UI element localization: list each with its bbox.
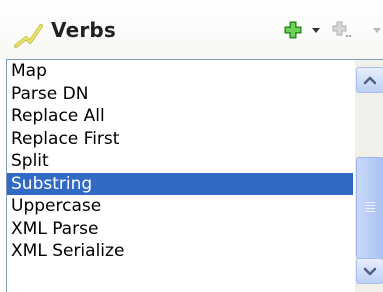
wand-icon (14, 24, 43, 48)
scroll-down-button[interactable] (356, 258, 383, 284)
dropdown-arrow-icon[interactable] (311, 27, 321, 35)
list-item-selected[interactable]: Substring (7, 172, 353, 195)
chevron-down-icon (363, 267, 377, 276)
dropdown-arrow-icon[interactable] (372, 27, 382, 35)
list-item[interactable]: XML Serialize (7, 240, 353, 263)
list-item[interactable]: XML Parse (7, 218, 353, 241)
list-item[interactable]: Parse DN (7, 83, 353, 106)
list-item[interactable]: Replace First (7, 128, 353, 151)
list-item[interactable]: Map (7, 60, 353, 83)
panel-header: Verbs (0, 0, 383, 59)
list-item[interactable]: Split (7, 150, 353, 173)
verbs-list[interactable]: Map Parse DN Replace All Replace First S… (6, 59, 383, 292)
scroll-up-button[interactable] (356, 67, 383, 93)
vertical-scrollbar[interactable] (355, 60, 383, 292)
list-item[interactable]: Uppercase (7, 195, 353, 218)
add-child-icon[interactable] (331, 20, 353, 40)
list-item[interactable]: Replace All (7, 105, 353, 128)
panel-title: Verbs (51, 18, 117, 42)
scrollbar-thumb[interactable] (356, 157, 383, 259)
verbs-list-items: Map Parse DN Replace All Replace First S… (7, 60, 353, 263)
add-icon[interactable] (283, 20, 303, 40)
chevron-up-icon (363, 76, 377, 85)
